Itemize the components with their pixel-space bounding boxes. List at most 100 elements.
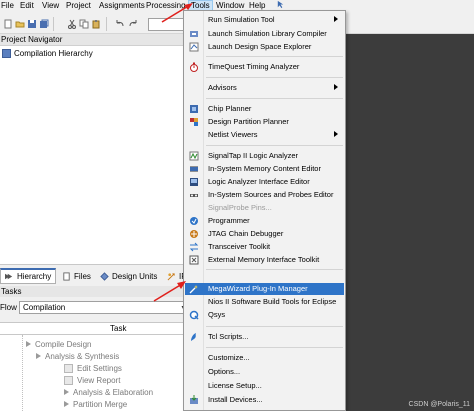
menu-item-label: Nios II Software Build Tools for Eclipse: [208, 297, 337, 306]
menu-item-label: SignalProbe Pins...: [208, 203, 272, 212]
menu-separator: [206, 77, 343, 78]
cut-icon[interactable]: [67, 19, 77, 29]
menu-item-signaltap[interactable]: SignalTap II Logic Analyzer: [185, 150, 344, 162]
menu-item-install-devices[interactable]: Install Devices...: [185, 394, 344, 406]
menu-edit[interactable]: Edit: [20, 1, 34, 11]
submenu-arrow-icon: [334, 131, 338, 137]
menu-item-run-simulation-tool[interactable]: Run Simulation Tool: [185, 14, 344, 26]
paste-icon[interactable]: [91, 19, 101, 29]
menu-view[interactable]: View: [42, 1, 59, 11]
menu-item-label: Run Simulation Tool: [208, 15, 275, 24]
help-pointer-icon[interactable]: [276, 0, 285, 9]
undo-icon[interactable]: [115, 19, 125, 29]
library-compiler-icon: [190, 31, 198, 37]
chip-planner-icon: [190, 105, 198, 113]
menu-item-qsys[interactable]: Qsys: [185, 309, 344, 321]
menu-item-design-partition-planner[interactable]: Design Partition Planner: [185, 116, 344, 128]
menu-file[interactable]: File: [1, 1, 14, 11]
menu-item-customize[interactable]: Customize...: [185, 352, 344, 364]
flow-select-value: Compilation: [23, 302, 66, 312]
programmer-icon: [190, 217, 198, 225]
hierarchy-icon: [5, 273, 13, 280]
partition-planner-icon: [190, 118, 198, 126]
toolbar-separator: [53, 17, 54, 31]
menu-item-options[interactable]: Options...: [185, 366, 344, 378]
menu-project[interactable]: Project: [66, 1, 91, 11]
tab-design-units[interactable]: Design Units: [96, 268, 161, 284]
menu-separator: [206, 347, 343, 348]
menu-separator: [206, 56, 343, 57]
task-row-label: Compile Design: [35, 339, 92, 349]
compilation-hierarchy-node[interactable]: Compilation Hierarchy: [2, 49, 93, 58]
play-icon: [64, 401, 69, 407]
menu-item-launch-simulation-library-compiler[interactable]: Launch Simulation Library Compiler: [185, 28, 344, 40]
task-tree-guide: [22, 335, 23, 411]
play-icon: [36, 353, 41, 359]
revision-combo[interactable]: [148, 18, 185, 31]
menu-item-label: External Memory Interface Toolkit: [208, 255, 320, 264]
tab-files[interactable]: Files: [58, 268, 95, 284]
tab-hierarchy[interactable]: Hierarchy: [0, 268, 57, 284]
watermark: CSDN @Polaris_11: [408, 401, 470, 408]
menu-item-megawizard-plug-in-manager[interactable]: MegaWizard Plug-In Manager: [185, 283, 344, 295]
task-row-label: Edit Settings: [77, 363, 122, 373]
open-folder-icon[interactable]: [15, 19, 25, 29]
menu-item-label: In-System Memory Content Editor: [208, 164, 321, 173]
sources-probes-icon: [190, 194, 198, 197]
menu-item-label: Launch Design Space Explorer: [208, 42, 312, 51]
menu-item-label: Logic Analyzer Interface Editor: [208, 177, 310, 186]
menu-item-netlist-viewers[interactable]: Netlist Viewers: [185, 129, 344, 141]
menu-item-jtag-chain-debugger[interactable]: JTAG Chain Debugger: [185, 228, 344, 240]
save-icon[interactable]: [27, 19, 37, 29]
task-row-label: View Report: [77, 375, 121, 385]
signaltap-icon: [189, 151, 199, 161]
menu-item-label: JTAG Chain Debugger: [208, 229, 284, 238]
menu-separator: [206, 326, 343, 327]
menu-item-programmer[interactable]: Programmer: [185, 215, 344, 227]
task-row[interactable]: Analysis & Synthesis: [36, 350, 119, 362]
menu-item-label: Transceiver Toolkit: [208, 242, 271, 251]
menu-item-external-memory-interface-toolkit[interactable]: External Memory Interface Toolkit: [185, 254, 344, 266]
menu-item-advisors[interactable]: Advisors: [185, 82, 344, 94]
menu-separator: [206, 98, 343, 99]
menu-item-chip-planner[interactable]: Chip Planner: [185, 103, 344, 115]
task-row-label: Partition Merge: [73, 399, 128, 409]
task-row[interactable]: Edit Settings: [64, 362, 122, 374]
menu-item-label: TimeQuest Timing Analyzer: [208, 62, 300, 71]
submenu-arrow-icon: [334, 84, 338, 90]
menu-item-tcl-scripts[interactable]: Tcl Scripts...: [185, 331, 344, 343]
menu-separator: [206, 269, 343, 270]
submenu-arrow-icon: [334, 16, 338, 22]
menu-item-in-system-memory-content-editor[interactable]: In-System Memory Content Editor: [185, 163, 344, 175]
menu-processing[interactable]: Processing: [146, 1, 186, 11]
memory-editor-icon: [190, 166, 198, 172]
task-row[interactable]: Partition Merge: [64, 398, 127, 410]
files-icon: [63, 271, 70, 281]
menu-item-license-setup[interactable]: License Setup...: [185, 380, 344, 392]
flow-select[interactable]: Compilation ▼: [19, 300, 191, 314]
task-column-header[interactable]: Task: [110, 324, 126, 333]
menu-item-label: In-System Sources and Probes Editor: [208, 190, 334, 199]
copy-icon[interactable]: [79, 19, 89, 29]
task-row[interactable]: View Report: [64, 374, 120, 386]
menu-item-label: Qsys: [208, 310, 226, 319]
menu-item-nios-ii-software-build-tools[interactable]: Nios II Software Build Tools for Eclipse: [185, 296, 344, 308]
menu-item-transceiver-toolkit[interactable]: Transceiver Toolkit: [185, 241, 344, 253]
menu-item-launch-design-space-explorer[interactable]: Launch Design Space Explorer: [185, 41, 344, 53]
menu-item-label: Options...: [208, 367, 241, 376]
tasks-title: Tasks: [0, 286, 200, 297]
menu-item-logic-analyzer-interface-editor[interactable]: Logic Analyzer Interface Editor: [185, 176, 344, 188]
new-file-icon[interactable]: [3, 19, 13, 29]
menu-assignments[interactable]: Assignments: [99, 1, 145, 11]
editor-workspace: [345, 34, 474, 411]
save-all-icon[interactable]: [39, 19, 49, 29]
flow-row: Flow: Compilation ▼: [0, 299, 200, 315]
task-row[interactable]: Analysis & Elaboration: [64, 386, 153, 398]
task-row[interactable]: Compile Design: [26, 338, 91, 350]
menu-item-in-system-sources-and-probes-editor[interactable]: In-System Sources and Probes Editor: [185, 189, 344, 201]
report-page-icon: [64, 375, 73, 385]
menu-item-timequest-timing-analyzer[interactable]: TimeQuest Timing Analyzer: [185, 61, 344, 73]
tab-files-label: Files: [74, 271, 91, 281]
redo-icon[interactable]: [128, 19, 138, 29]
stopwatch-icon: [190, 62, 198, 72]
